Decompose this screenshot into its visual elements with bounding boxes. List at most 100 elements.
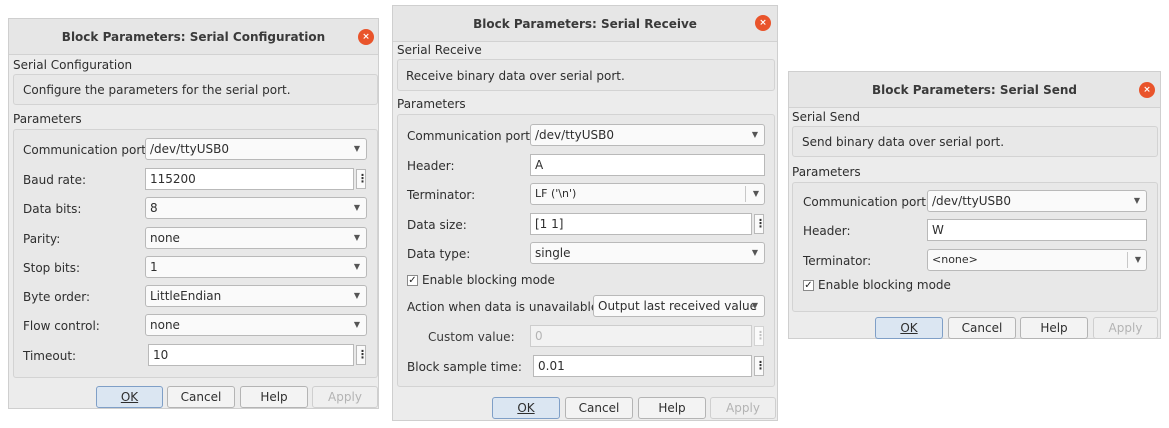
more-options-icon[interactable]: ⋮ <box>356 169 368 189</box>
terminator-value: LF ('\n') <box>535 187 577 200</box>
chevron-down-icon: ▼ <box>1133 196 1140 205</box>
parity-label: Parity: <box>23 232 61 246</box>
chevron-down-icon: ▼ <box>751 248 758 257</box>
apply-button[interactable]: Apply <box>1093 317 1158 339</box>
apply-button-label: Apply <box>1108 321 1143 335</box>
serial-send-dialog: Block Parameters: Serial Send × Serial S… <box>788 71 1161 339</box>
custom-value-label: Custom value: <box>428 330 515 344</box>
comm-port-value: /dev/ttyUSB0 <box>150 142 229 156</box>
cancel-button[interactable]: Cancel <box>948 317 1016 339</box>
description-text: Configure the parameters for the serial … <box>23 83 291 97</box>
comm-port-dropdown[interactable]: /dev/ttyUSB0 ▼ <box>145 138 367 160</box>
custom-value-field[interactable]: 0 <box>530 325 752 347</box>
description-text: Receive binary data over serial port. <box>406 69 625 83</box>
section-label: Serial Configuration <box>13 58 133 72</box>
more-options-icon[interactable]: ⋮ <box>356 345 368 365</box>
enable-blocking-label[interactable]: Enable blocking mode <box>422 273 555 287</box>
baud-rate-field[interactable]: 115200 <box>145 168 354 190</box>
more-options-icon[interactable]: ⋮ <box>754 356 766 376</box>
data-size-label: Data size: <box>407 218 467 232</box>
byte-order-value: LittleEndian <box>150 289 222 303</box>
help-button[interactable]: Help <box>240 386 308 408</box>
close-icon[interactable]: × <box>1139 82 1155 98</box>
apply-button[interactable]: Apply <box>312 386 378 408</box>
parameters-label: Parameters <box>397 97 466 111</box>
timeout-label: Timeout: <box>23 349 77 363</box>
action-unavailable-dropdown[interactable]: Output last received value ▼ <box>593 295 765 317</box>
data-size-field[interactable]: [1 1] <box>530 213 752 235</box>
title-bar[interactable]: Block Parameters: Serial Send × <box>789 72 1160 108</box>
chevron-down-icon: ▼ <box>353 291 360 300</box>
comm-port-value: /dev/ttyUSB0 <box>535 128 614 142</box>
chevron-down-icon: ▼ <box>752 189 759 198</box>
chevron-down-icon: ▼ <box>353 320 360 329</box>
title-bar[interactable]: Block Parameters: Serial Configuration × <box>9 19 378 55</box>
help-button-label: Help <box>260 390 288 404</box>
description-panel: Send binary data over serial port. <box>792 126 1158 157</box>
separator <box>1127 252 1128 268</box>
description-panel: Receive binary data over serial port. <box>397 59 775 91</box>
baud-rate-label: Baud rate: <box>23 173 87 187</box>
comm-port-value: /dev/ttyUSB0 <box>932 194 1011 208</box>
ok-button[interactable]: OK <box>492 397 560 419</box>
help-button[interactable]: Help <box>638 397 706 419</box>
help-button-label: Help <box>1040 321 1068 335</box>
ok-button[interactable]: OK <box>875 317 943 339</box>
more-options-icon[interactable]: ⋮ <box>754 326 766 346</box>
flow-control-label: Flow control: <box>23 319 100 333</box>
header-label: Header: <box>803 224 851 238</box>
terminator-value: <none> <box>932 253 978 266</box>
description-text: Send binary data over serial port. <box>802 135 1005 149</box>
header-field[interactable]: A <box>530 154 765 176</box>
serial-configuration-dialog: Block Parameters: Serial Configuration ×… <box>8 18 379 409</box>
close-icon[interactable]: × <box>358 29 374 45</box>
description-panel: Configure the parameters for the serial … <box>13 74 378 105</box>
comm-port-dropdown[interactable]: /dev/ttyUSB0 ▼ <box>927 190 1147 212</box>
ok-button-label: OK <box>120 390 139 404</box>
close-icon[interactable]: × <box>755 15 771 31</box>
timeout-field[interactable]: 10 <box>148 344 354 366</box>
action-unavailable-value: Output last received value <box>598 299 758 313</box>
sample-time-field[interactable]: 0.01 <box>533 355 752 377</box>
chevron-down-icon: ▼ <box>751 301 758 310</box>
data-bits-dropdown[interactable]: 8 ▼ <box>145 197 367 219</box>
help-button[interactable]: Help <box>1020 317 1088 339</box>
section-label: Serial Receive <box>397 43 482 57</box>
cancel-button-label: Cancel <box>578 401 620 415</box>
comm-port-label: Communication port: <box>803 195 931 209</box>
data-type-value: single <box>535 246 571 260</box>
enable-blocking-checkbox[interactable]: ✓ <box>803 280 814 291</box>
parity-dropdown[interactable]: none ▼ <box>145 227 367 249</box>
cancel-button-label: Cancel <box>180 390 222 404</box>
comm-port-label: Communication port: <box>407 129 535 143</box>
more-options-icon[interactable]: ⋮ <box>754 214 766 234</box>
section-label: Serial Send <box>792 110 860 124</box>
enable-blocking-checkbox[interactable]: ✓ <box>407 275 418 286</box>
apply-button[interactable]: Apply <box>710 397 776 419</box>
chevron-down-icon: ▼ <box>353 262 360 271</box>
cancel-button[interactable]: Cancel <box>167 386 235 408</box>
header-field[interactable]: W <box>927 219 1147 241</box>
chevron-down-icon: ▼ <box>353 203 360 212</box>
dialog-title: Block Parameters: Serial Receive <box>473 17 697 31</box>
byte-order-dropdown[interactable]: LittleEndian ▼ <box>145 285 367 307</box>
flow-control-dropdown[interactable]: none ▼ <box>145 314 367 336</box>
comm-port-label: Communication port: <box>23 143 151 157</box>
terminator-dropdown[interactable]: <none> ▼ <box>927 249 1147 271</box>
enable-blocking-label[interactable]: Enable blocking mode <box>818 278 951 292</box>
ok-button-label: OK <box>900 321 918 335</box>
stop-bits-label: Stop bits: <box>23 261 81 275</box>
chevron-down-icon: ▼ <box>353 144 360 153</box>
data-bits-label: Data bits: <box>23 202 82 216</box>
stop-bits-dropdown[interactable]: 1 ▼ <box>145 256 367 278</box>
dialog-title: Block Parameters: Serial Configuration <box>61 30 326 44</box>
data-type-dropdown[interactable]: single ▼ <box>530 242 765 264</box>
ok-button[interactable]: OK <box>96 386 163 408</box>
terminator-dropdown[interactable]: LF ('\n') ▼ <box>530 183 765 205</box>
title-bar[interactable]: Block Parameters: Serial Receive × <box>393 6 777 42</box>
comm-port-dropdown[interactable]: /dev/ttyUSB0 ▼ <box>530 124 765 146</box>
cancel-button[interactable]: Cancel <box>565 397 633 419</box>
header-label: Header: <box>407 159 455 173</box>
apply-button-label: Apply <box>726 401 760 415</box>
parameters-label: Parameters <box>13 112 82 126</box>
